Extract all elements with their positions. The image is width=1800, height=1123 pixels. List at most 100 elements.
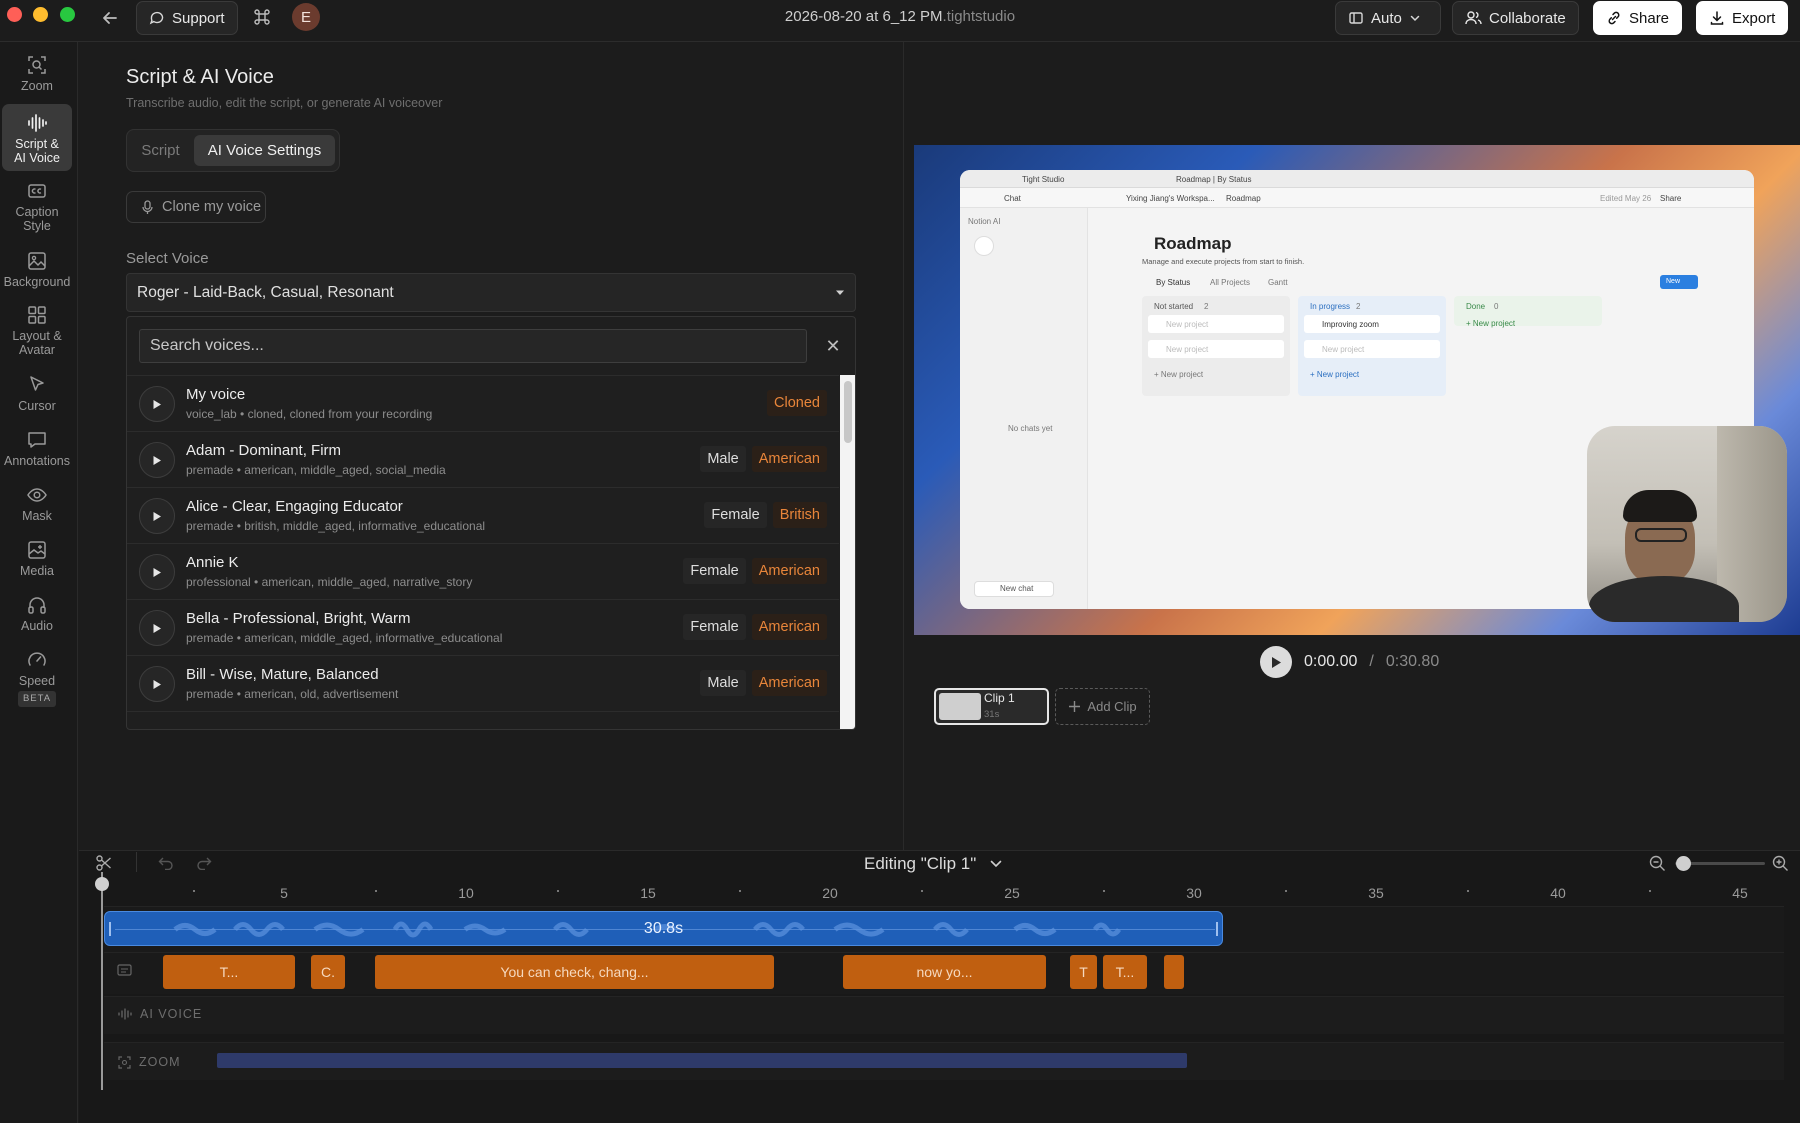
rail-item-mask[interactable]: Mask xyxy=(2,484,72,534)
card-label: New project xyxy=(1166,320,1209,329)
voice-tag-gender: Female xyxy=(683,558,746,584)
play-preview-button[interactable] xyxy=(139,610,175,646)
rail-item-zoom[interactable]: Zoom xyxy=(2,54,72,106)
caption-segment[interactable]: C. xyxy=(311,955,345,989)
play-preview-button[interactable] xyxy=(139,386,175,422)
maximize-window-button[interactable] xyxy=(60,7,75,22)
voice-meta: premade • american, middle_aged, social_… xyxy=(186,463,446,477)
close-window-button[interactable] xyxy=(7,7,22,22)
voice-tag-gender: Female xyxy=(704,502,767,528)
editing-clip-label: Editing "Clip 1" xyxy=(864,854,977,873)
waveform-icon xyxy=(26,112,48,137)
search-voices-input[interactable] xyxy=(139,329,807,363)
voice-select[interactable]: Roger - Laid-Back, Casual, Resonant xyxy=(126,273,856,312)
voice-list-item[interactable]: Annie K professional • american, middle_… xyxy=(127,543,839,599)
document-extension: .tightstudio xyxy=(942,8,1016,25)
clip-name: Clip 1 xyxy=(984,691,1015,705)
export-label: Export xyxy=(1732,9,1776,27)
audio-clip-track[interactable]: 30.8s xyxy=(104,911,1223,946)
voice-list-item[interactable]: Bella - Professional, Bright, Warm prema… xyxy=(127,599,839,655)
rail-item-script-ai-voice[interactable]: Script & AI Voice xyxy=(2,104,72,171)
voice-list-item-partial xyxy=(127,711,839,729)
rail-item-annotations[interactable]: Annotations xyxy=(2,429,72,479)
add-clip-label: Add Clip xyxy=(1087,699,1137,714)
scrollbar-thumb[interactable] xyxy=(844,381,852,443)
ruler-tick-label: 20 xyxy=(822,885,838,901)
playhead-line[interactable] xyxy=(101,872,103,1090)
ruler-minor-tick xyxy=(1285,890,1287,892)
col-in-progress-label: In progress xyxy=(1310,302,1351,311)
support-button[interactable]: Support xyxy=(136,1,238,35)
play-preview-button[interactable] xyxy=(139,498,175,534)
share-button[interactable]: Share xyxy=(1593,1,1683,35)
playhead-handle[interactable] xyxy=(95,877,109,891)
user-avatar[interactable]: E xyxy=(292,3,320,31)
auto-layout-dropdown[interactable]: Auto xyxy=(1335,1,1441,35)
add-new-project: + New project xyxy=(1154,370,1204,379)
tab-script[interactable]: Script xyxy=(132,135,189,166)
rail-item-background[interactable]: Background xyxy=(2,250,72,300)
voice-meta: premade • british, middle_aged, informat… xyxy=(186,519,486,533)
view-by-status: By Status xyxy=(1156,278,1191,287)
zoom-out-icon[interactable] xyxy=(1649,855,1666,872)
play-preview-button[interactable] xyxy=(139,442,175,478)
rail-item-audio[interactable]: Audio xyxy=(2,594,72,644)
add-new-project: + New project xyxy=(1310,370,1360,379)
redo-icon[interactable] xyxy=(196,856,212,870)
voice-name: Annie K xyxy=(186,554,239,571)
play-icon xyxy=(152,567,162,578)
zoom-segment[interactable] xyxy=(217,1053,1187,1068)
play-preview-button[interactable] xyxy=(139,554,175,590)
webcam-overlay[interactable] xyxy=(1587,426,1787,622)
play-button[interactable] xyxy=(1260,646,1292,678)
minimize-window-button[interactable] xyxy=(33,7,48,22)
waveform-icon xyxy=(118,1008,132,1020)
clone-voice-button[interactable]: Clone my voice xyxy=(126,191,266,223)
voice-name: Alice - Clear, Engaging Educator xyxy=(186,498,403,515)
gauge-icon xyxy=(26,649,48,674)
timeline-zoom-handle[interactable] xyxy=(1676,856,1691,871)
collaborate-button[interactable]: Collaborate xyxy=(1452,1,1579,35)
editing-clip-dropdown[interactable]: Editing "Clip 1" xyxy=(864,854,1002,874)
caption-segment[interactable]: now yo... xyxy=(843,955,1046,989)
scissors-icon[interactable] xyxy=(95,854,113,872)
card-label: Improving zoom xyxy=(1322,320,1379,329)
audio-duration: 30.8s xyxy=(643,920,684,937)
add-clip-button[interactable]: Add Clip xyxy=(1055,688,1150,725)
zoom-in-icon[interactable] xyxy=(1772,855,1789,872)
undo-icon[interactable] xyxy=(158,856,174,870)
tab-ai-voice-settings[interactable]: AI Voice Settings xyxy=(194,135,335,166)
voice-meta: professional • american, middle_aged, na… xyxy=(186,575,473,589)
caption-segment[interactable]: You can check, chang... xyxy=(375,955,774,989)
workspace-crumb: Yixing Jiang's Workspa... xyxy=(1126,194,1215,203)
caption-segment[interactable]: T... xyxy=(163,955,295,989)
clip-duration: 31s xyxy=(984,709,1000,720)
clip-1-thumbnail[interactable]: Clip 1 31s xyxy=(934,688,1049,725)
voice-tag-cloned: Cloned xyxy=(767,390,827,416)
cursor-arrow-icon xyxy=(26,374,48,399)
voice-list-item[interactable]: Alice - Clear, Engaging Educator premade… xyxy=(127,487,839,543)
voice-list-item[interactable]: Bill - Wise, Mature, Balanced premade • … xyxy=(127,655,839,711)
rail-item-layout-avatar[interactable]: Layout & Avatar xyxy=(2,304,72,368)
chevron-down-icon xyxy=(1409,12,1421,24)
voice-list-item[interactable]: My voice voice_lab • cloned, cloned from… xyxy=(127,375,839,431)
close-icon[interactable]: ✕ xyxy=(821,334,845,358)
support-label: Support xyxy=(172,9,225,27)
export-button[interactable]: Export xyxy=(1696,1,1789,35)
back-arrow-icon[interactable] xyxy=(99,7,121,29)
rail-item-speed[interactable]: Speed BETA xyxy=(2,649,72,715)
ai-face-icon xyxy=(974,236,994,256)
command-icon[interactable] xyxy=(252,7,272,27)
play-preview-button[interactable] xyxy=(139,666,175,702)
caption-segment[interactable] xyxy=(1164,955,1184,989)
rail-item-caption-style[interactable]: Caption Style xyxy=(2,180,72,244)
caption-segment[interactable]: T... xyxy=(1103,955,1147,989)
caption-cc-icon xyxy=(26,180,48,205)
ruler-minor-tick xyxy=(921,890,923,892)
rail-item-media[interactable]: Media xyxy=(2,539,72,589)
rail-item-cursor[interactable]: Cursor xyxy=(2,374,72,424)
caption-segment[interactable]: T xyxy=(1070,955,1097,989)
clone-voice-label: Clone my voice xyxy=(162,199,262,215)
video-preview[interactable]: Tight Studio Roadmap | By Status Chat Yi… xyxy=(914,145,1800,635)
voice-list-item[interactable]: Adam - Dominant, Firm premade • american… xyxy=(127,431,839,487)
